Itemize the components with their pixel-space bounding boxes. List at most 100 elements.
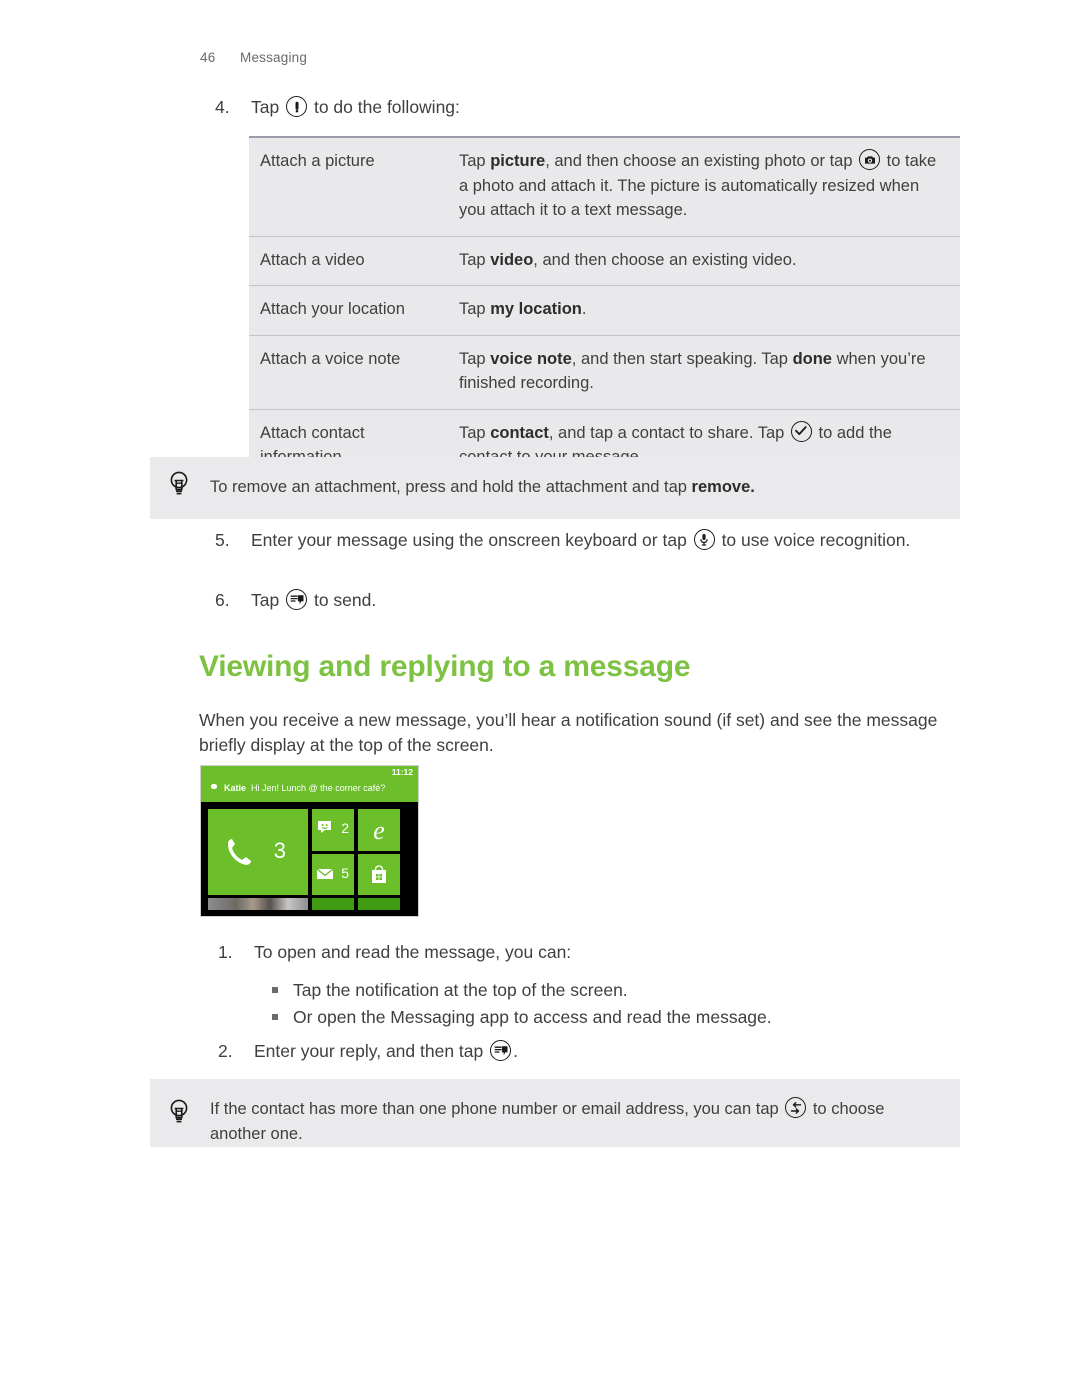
mail-tile[interactable]: 5 [312, 854, 354, 895]
step-6: 6. Tap to send. [215, 588, 955, 613]
read-step-2: 2. Enter your reply, and then tap . [218, 1039, 958, 1064]
tip-remove-attachment: To remove an attachment, press and hold … [150, 457, 960, 519]
table-row-label: Attach your location [260, 300, 405, 318]
step-4-body: Tap to do the following: [251, 95, 955, 120]
bullet-square-icon [272, 978, 293, 1003]
body-text: Tap [459, 300, 491, 318]
running-header: 46 Messaging [200, 50, 307, 65]
tip-contact-text: If the contact has more than one phone n… [210, 1097, 940, 1147]
notification-content: Katie Hi Jen! Lunch @ the corner café? [211, 783, 385, 793]
step-4: 4. Tap to do the following: [215, 95, 955, 120]
intro-paragraph: When you receive a new message, you’ll h… [199, 710, 938, 755]
read-step-2-number: 2. [218, 1041, 233, 1061]
table-row-label: Attach a video [260, 250, 365, 269]
store-tile[interactable] [358, 854, 400, 895]
table-row: Attach your location Tap my location. [249, 285, 960, 335]
read-bullet-list: Tap the notification at the top of the s… [272, 978, 972, 1032]
table-row: Attach a voice note Tap voice note, and t… [249, 334, 960, 409]
messaging-tile[interactable]: 2 [312, 809, 354, 851]
emphasis-text: contact [490, 423, 549, 442]
body-text: Tap [459, 349, 491, 368]
step-5: 5. Enter your message using the onscreen… [215, 528, 955, 553]
read-step-2-body: Enter your reply, and then tap . [254, 1039, 958, 1064]
manual-page: 46 Messaging 4. Tap to do the following: … [0, 0, 1080, 1397]
body-text: Tap [459, 152, 491, 170]
step-6-pre: Tap [251, 590, 280, 610]
emphasis-text: my location [490, 300, 582, 318]
phone-tile[interactable]: 3 [208, 809, 308, 895]
tile-partial-2[interactable] [312, 898, 354, 910]
read-step-2-pre: Enter your reply, and then tap [254, 1041, 484, 1061]
table-row-label: Attach a voice note [260, 349, 401, 368]
step-4-post: to do the following: [313, 97, 460, 117]
read-step-1-number: 1. [218, 942, 233, 962]
list-item: Or open the Messaging app to access and … [272, 1005, 972, 1030]
page-number: 46 [200, 50, 216, 65]
bullet-square-icon [272, 1005, 293, 1030]
messaging-tile-count: 2 [341, 820, 349, 836]
tip-contact-multiple: If the contact has more than one phone n… [150, 1079, 960, 1147]
emphasis-text: remove. [691, 477, 755, 496]
emphasis-text: done [792, 349, 832, 368]
step-5-number: 5. [215, 530, 230, 550]
camera-icon [859, 149, 881, 170]
switch-icon [785, 1097, 807, 1118]
read-step-2-post: . [513, 1041, 519, 1061]
page-title: Viewing and replying to a message [199, 650, 691, 683]
notification-sender: Katie [224, 783, 247, 793]
check-circle-icon [790, 420, 812, 442]
table-row-description: Tap video, and then choose an existing v… [459, 237, 960, 286]
step-5-body: Enter your message using the onscreen ke… [251, 528, 955, 553]
step-6-body: Tap to send. [251, 588, 955, 613]
body-text: Tap [459, 250, 491, 269]
body-text: , and then start speaking. Tap [571, 349, 793, 368]
step-5-post: to use voice recognition. [721, 530, 911, 550]
photos-tile-partial[interactable] [208, 898, 308, 910]
body-text: To remove an attachment, press and hold … [210, 477, 692, 496]
step-6-number: 6. [215, 590, 230, 610]
attach-icon [286, 96, 308, 117]
message-dot-icon [211, 784, 217, 789]
emphasis-text: picture [490, 152, 546, 170]
table-row-label: Attach a picture [260, 152, 375, 170]
mail-tile-count: 5 [341, 865, 349, 881]
step-5-pre: Enter your message using the onscreen ke… [251, 530, 687, 550]
table-row-description: Tap voice note, and then start speaking.… [459, 336, 960, 409]
notification-text: Hi Jen! Lunch @ the corner café? [251, 783, 386, 793]
list-item: Tap the notification at the top of the s… [272, 978, 972, 1003]
list-item-text: Or open the Messaging app to access and … [293, 1007, 772, 1027]
body-text: . [581, 300, 587, 318]
table-row: Attach a picture Tap picture, and then ch… [249, 138, 960, 236]
phone-tile-count: 3 [273, 838, 286, 863]
status-bar-clock: 11:12 [391, 767, 413, 777]
step-4-pre: Tap [251, 97, 280, 117]
send-icon [286, 589, 308, 610]
attach-options-table: Attach a picture Tap picture, and then ch… [249, 136, 960, 485]
list-item-text: Tap the notification at the top of the s… [293, 980, 628, 1000]
lightbulb-icon [168, 469, 210, 506]
svg-text:e: e [373, 816, 385, 844]
body-text: If the contact has more than one phone n… [210, 1100, 784, 1118]
phone-screenshot: 11:12 Katie Hi Jen! Lunch @ the corner ca… [200, 765, 419, 917]
table-row: Attach a video Tap video, and then choose… [249, 235, 960, 286]
body-text: , and then choose an existing video. [533, 250, 797, 269]
tip-remove-text: To remove an attachment, press and hold … [210, 475, 940, 500]
read-step-1-text: To open and read the message, you can: [254, 942, 572, 962]
read-step-1: 1. To open and read the message, you can… [218, 940, 958, 965]
emphasis-text: video [490, 250, 534, 269]
send-icon [490, 1040, 512, 1061]
tile-partial-3[interactable] [358, 898, 400, 910]
table-row-description: Tap picture, and then choose an existing… [459, 138, 960, 236]
internet-explorer-tile[interactable]: e [358, 809, 400, 851]
body-text: , and then choose an existing photo or t… [545, 152, 858, 170]
emphasis-text: voice note [490, 349, 572, 368]
step-4-number: 4. [215, 97, 230, 117]
microphone-icon [693, 529, 715, 550]
body-text: Tap [459, 423, 491, 442]
start-screen-tiles: 3 2 e 5 [208, 809, 411, 916]
lightbulb-icon [168, 1097, 210, 1134]
notification-banner: 11:12 Katie Hi Jen! Lunch @ the corner ca… [201, 766, 418, 802]
table-row-description: Tap my location. [459, 286, 960, 335]
step-6-post: to send. [313, 590, 377, 610]
body-text: , and tap a contact to share. Tap [548, 423, 789, 442]
